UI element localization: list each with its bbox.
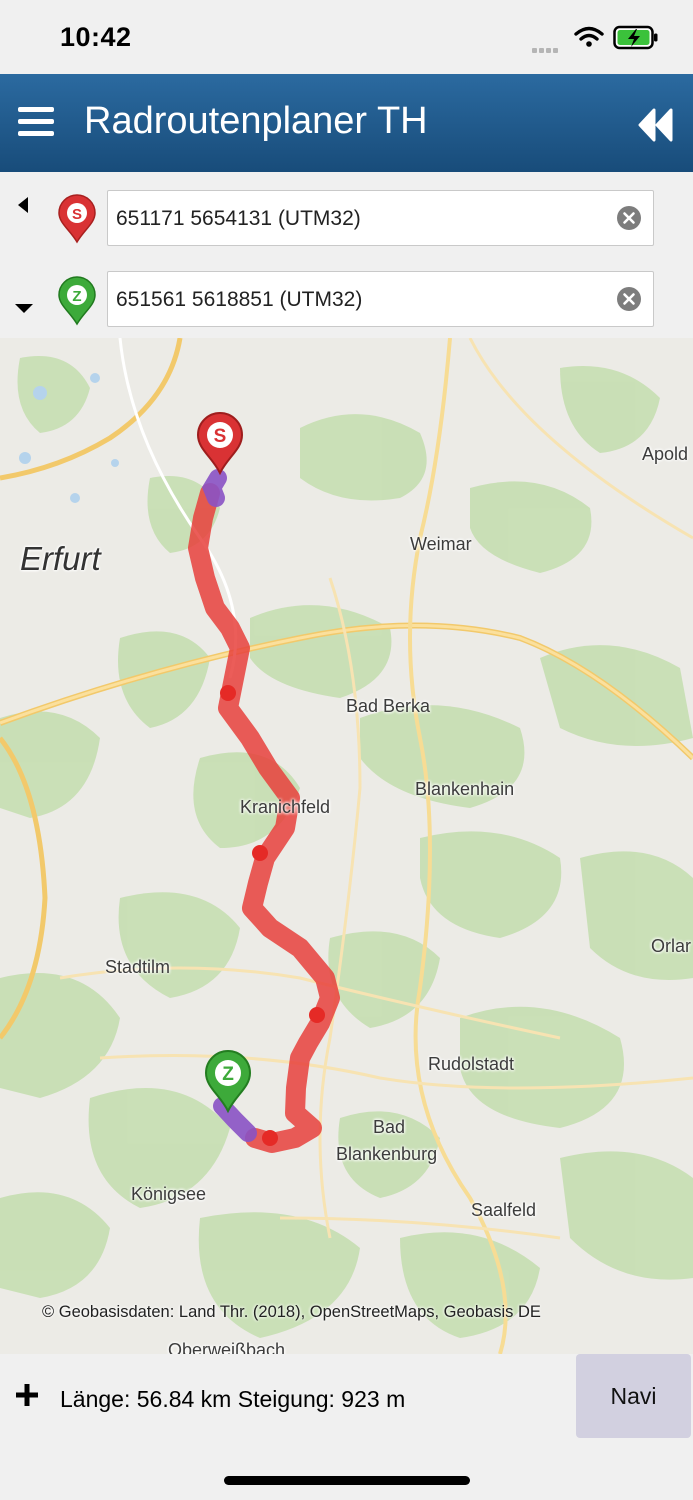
forest-areas	[0, 356, 693, 1338]
clock: 10:42	[60, 22, 132, 52]
double-chevron-left-icon[interactable]	[636, 108, 676, 142]
status-bar: 10:42	[0, 0, 693, 74]
route-summary-bar: Länge: 56.84 km Steigung: 923 m Navi	[0, 1354, 693, 1500]
start-pin-icon: S	[58, 194, 96, 244]
start-input[interactable]	[114, 191, 608, 247]
clear-start-icon[interactable]	[617, 206, 641, 230]
place-blankenhain: Blankenhain	[415, 779, 515, 799]
place-blankenburg: Blankenburg	[336, 1144, 438, 1164]
app-header: Radroutenplaner TH	[0, 74, 693, 172]
start-field-box	[107, 190, 654, 247]
start-pin-letter: S	[72, 206, 82, 223]
map-attribution: © Geobasisdaten: Land Thr. (2018), OpenS…	[42, 1303, 541, 1321]
route-length-elevation: Länge: 56.84 km Steigung: 923 m	[60, 1386, 406, 1412]
map-end-letter: Z	[222, 1064, 234, 1085]
end-input[interactable]	[114, 272, 608, 328]
wifi-icon	[574, 26, 604, 47]
navi-button[interactable]: Navi	[576, 1354, 691, 1438]
place-saalfeld: Saalfeld	[471, 1200, 537, 1220]
plus-icon[interactable]	[14, 1382, 40, 1408]
caret-down-icon[interactable]	[14, 301, 34, 315]
place-stadtilm: Stadtilm	[105, 957, 171, 977]
place-apolda: Apold	[642, 444, 689, 464]
route-panel: S Z	[0, 172, 693, 338]
end-pin-letter: Z	[72, 288, 81, 305]
map-start-marker[interactable]: S	[196, 412, 244, 476]
clear-end-icon[interactable]	[617, 287, 641, 311]
place-bad-berka: Bad Berka	[346, 696, 431, 716]
place-bad: Bad	[373, 1117, 406, 1137]
home-indicator	[224, 1476, 470, 1485]
app-title: Radroutenplaner TH	[84, 100, 428, 142]
place-oberweissbach: Oberweißbach	[168, 1340, 286, 1354]
place-rudolstadt: Rudolstadt	[428, 1054, 515, 1074]
map-start-letter: S	[214, 426, 227, 447]
map-canvas[interactable]: S Z	[0, 338, 693, 1354]
caret-left-icon[interactable]	[16, 196, 30, 214]
place-orlamuende: Orlar	[651, 936, 691, 956]
place-kranichfeld: Kranichfeld	[240, 797, 331, 817]
place-erfurt: Erfurt	[20, 540, 101, 577]
place-koenigsee: Königsee	[131, 1184, 207, 1204]
place-weimar: Weimar	[410, 534, 472, 554]
cellular-signal-icon	[532, 40, 560, 58]
end-pin-icon: Z	[58, 276, 96, 326]
end-field-box	[107, 271, 654, 328]
battery-icon	[613, 25, 658, 50]
hamburger-icon[interactable]	[18, 107, 54, 137]
map-view[interactable]: S Z Erfurt Weimar Apold Bad Berka Blanke…	[0, 338, 693, 1354]
map-end-marker[interactable]: Z	[204, 1050, 252, 1114]
